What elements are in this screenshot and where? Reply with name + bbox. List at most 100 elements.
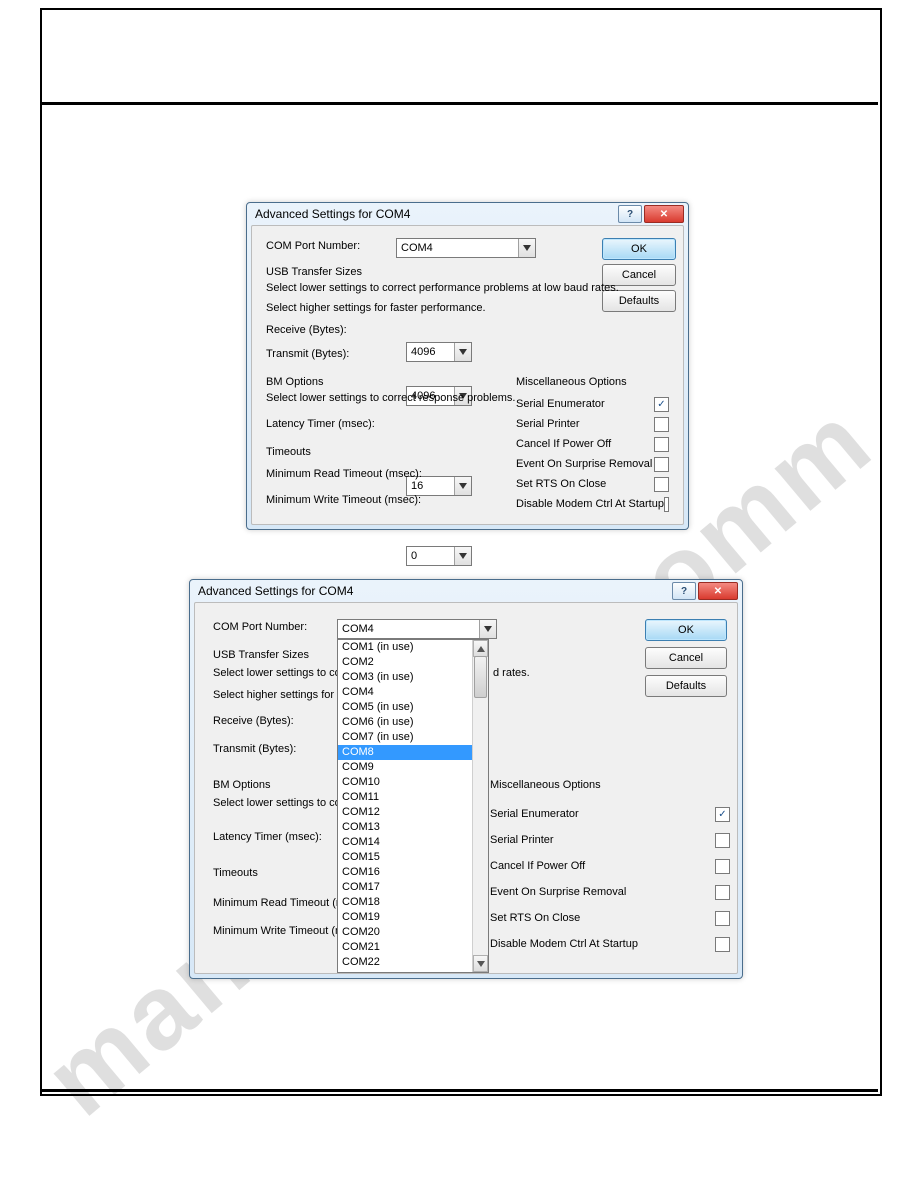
- usb-hint-1: Select lower settings to corre: [213, 667, 354, 679]
- dropdown-option[interactable]: COM2: [338, 655, 473, 670]
- scroll-down-icon[interactable]: [473, 955, 488, 972]
- dropdown-option[interactable]: COM15: [338, 850, 473, 865]
- bm-section-title: BM Options: [213, 779, 270, 791]
- receive-label: Receive (Bytes):: [266, 324, 347, 336]
- min-read-label: Minimum Read Timeout (msec):: [266, 468, 422, 480]
- latency-value: 16: [411, 480, 423, 492]
- misc-option-row: Set RTS On Close: [490, 905, 730, 931]
- misc-option-label: Disable Modem Ctrl At Startup: [490, 938, 638, 950]
- dropdown-option[interactable]: COM22: [338, 955, 473, 970]
- misc-section-title: Miscellaneous Options: [516, 376, 627, 388]
- dropdown-option[interactable]: COM3 (in use): [338, 670, 473, 685]
- misc-section-title: Miscellaneous Options: [490, 779, 601, 791]
- bm-hint: Select lower settings to corre: [213, 797, 354, 809]
- dropdown-option[interactable]: COM11: [338, 790, 473, 805]
- chevron-down-icon: [454, 343, 471, 361]
- close-button[interactable]: ✕: [698, 582, 738, 600]
- misc-option-label: Set RTS On Close: [490, 912, 580, 924]
- timeouts-section-title: Timeouts: [213, 867, 258, 879]
- misc-option-label: Serial Enumerator: [516, 398, 605, 410]
- min-read-value: 0: [411, 550, 417, 562]
- dropdown-option[interactable]: COM13: [338, 820, 473, 835]
- dropdown-option[interactable]: COM18: [338, 895, 473, 910]
- cancel-button[interactable]: Cancel: [645, 647, 727, 669]
- transmit-label: Transmit (Bytes):: [266, 348, 349, 360]
- misc-option-checkbox[interactable]: [654, 477, 669, 492]
- misc-option-row: Event On Surprise Removal: [516, 454, 669, 474]
- dropdown-option[interactable]: COM10: [338, 775, 473, 790]
- help-button[interactable]: ?: [618, 205, 642, 223]
- advanced-settings-dialog-2: Advanced Settings for COM4 ? ✕ COM Port …: [189, 579, 743, 979]
- receive-combo[interactable]: 4096: [406, 342, 472, 362]
- dropdown-option[interactable]: COM5 (in use): [338, 700, 473, 715]
- chevron-down-icon: [454, 547, 471, 565]
- misc-option-row: Disable Modem Ctrl At Startup: [490, 931, 730, 957]
- misc-option-row: Serial Printer: [516, 414, 669, 434]
- dropdown-option[interactable]: COM6 (in use): [338, 715, 473, 730]
- help-button[interactable]: ?: [672, 582, 696, 600]
- ok-button[interactable]: OK: [645, 619, 727, 641]
- chevron-down-icon: [454, 477, 471, 495]
- misc-option-row: Cancel If Power Off: [490, 853, 730, 879]
- misc-option-checkbox[interactable]: [654, 417, 669, 432]
- misc-option-row: Event On Surprise Removal: [490, 879, 730, 905]
- ok-label: OK: [631, 243, 647, 255]
- scrollbar[interactable]: [472, 640, 488, 972]
- misc-option-checkbox[interactable]: [715, 937, 730, 952]
- defaults-label: Defaults: [666, 680, 706, 692]
- close-button[interactable]: ✕: [644, 205, 684, 223]
- misc-option-row: Serial Enumerator ✓: [516, 394, 669, 414]
- transmit-label: Transmit (Bytes):: [213, 743, 296, 755]
- min-write-label: Minimum Write Timeout (msec):: [266, 494, 421, 506]
- ok-button[interactable]: OK: [602, 238, 676, 260]
- dropdown-option[interactable]: COM7 (in use): [338, 730, 473, 745]
- receive-label: Receive (Bytes):: [213, 715, 294, 727]
- misc-option-checkbox[interactable]: [715, 911, 730, 926]
- cancel-label: Cancel: [669, 652, 703, 664]
- dropdown-option[interactable]: COM14: [338, 835, 473, 850]
- misc-option-checkbox[interactable]: [654, 437, 669, 452]
- misc-option-checkbox[interactable]: ✓: [654, 397, 669, 412]
- misc-option-label: Event On Surprise Removal: [516, 458, 652, 470]
- misc-option-checkbox[interactable]: [654, 457, 669, 472]
- defaults-button[interactable]: Defaults: [645, 675, 727, 697]
- latency-label: Latency Timer (msec):: [266, 418, 375, 430]
- dropdown-option[interactable]: COM4: [338, 685, 473, 700]
- misc-option-label: Event On Surprise Removal: [490, 886, 626, 898]
- dropdown-option[interactable]: COM19: [338, 910, 473, 925]
- com-port-label: COM Port Number:: [266, 240, 360, 252]
- latency-label: Latency Timer (msec):: [213, 831, 322, 843]
- com-port-combo[interactable]: COM4: [396, 238, 536, 258]
- usb-hint-1: Select lower settings to correct perform…: [266, 282, 619, 294]
- misc-option-row: Serial Enumerator✓: [490, 801, 730, 827]
- dropdown-option[interactable]: COM16: [338, 865, 473, 880]
- dialog-title: Advanced Settings for COM4: [198, 584, 353, 598]
- titlebar: Advanced Settings for COM4 ? ✕: [247, 203, 688, 225]
- scroll-up-icon[interactable]: [473, 640, 488, 657]
- dropdown-option[interactable]: COM20: [338, 925, 473, 940]
- misc-option-row: Serial Printer: [490, 827, 730, 853]
- dropdown-option[interactable]: COM9: [338, 760, 473, 775]
- page-divider-bottom: [40, 1089, 878, 1092]
- com-port-value: COM4: [342, 623, 374, 635]
- dropdown-option[interactable]: COM21: [338, 940, 473, 955]
- com-port-combo[interactable]: COM4: [337, 619, 497, 639]
- com-port-dropdown-list[interactable]: COM1 (in use)COM2COM3 (in use)COM4COM5 (…: [337, 639, 489, 973]
- dropdown-option[interactable]: COM12: [338, 805, 473, 820]
- dropdown-option[interactable]: COM8: [338, 745, 473, 760]
- misc-option-checkbox[interactable]: [664, 497, 669, 512]
- scroll-thumb[interactable]: [474, 656, 487, 698]
- misc-option-checkbox[interactable]: [715, 885, 730, 900]
- bm-section-title: BM Options: [266, 376, 323, 388]
- misc-option-label: Set RTS On Close: [516, 478, 606, 490]
- misc-option-label: Serial Printer: [516, 418, 580, 430]
- min-write-label: Minimum Write Timeout (mse: [213, 925, 356, 937]
- usb-hint-1-tail: d rates.: [493, 667, 530, 679]
- min-read-combo[interactable]: 0: [406, 546, 472, 566]
- dropdown-option[interactable]: COM1 (in use): [338, 640, 473, 655]
- misc-option-checkbox[interactable]: [715, 859, 730, 874]
- misc-option-checkbox[interactable]: [715, 833, 730, 848]
- misc-option-checkbox[interactable]: ✓: [715, 807, 730, 822]
- dropdown-option[interactable]: COM17: [338, 880, 473, 895]
- misc-option-row: Set RTS On Close: [516, 474, 669, 494]
